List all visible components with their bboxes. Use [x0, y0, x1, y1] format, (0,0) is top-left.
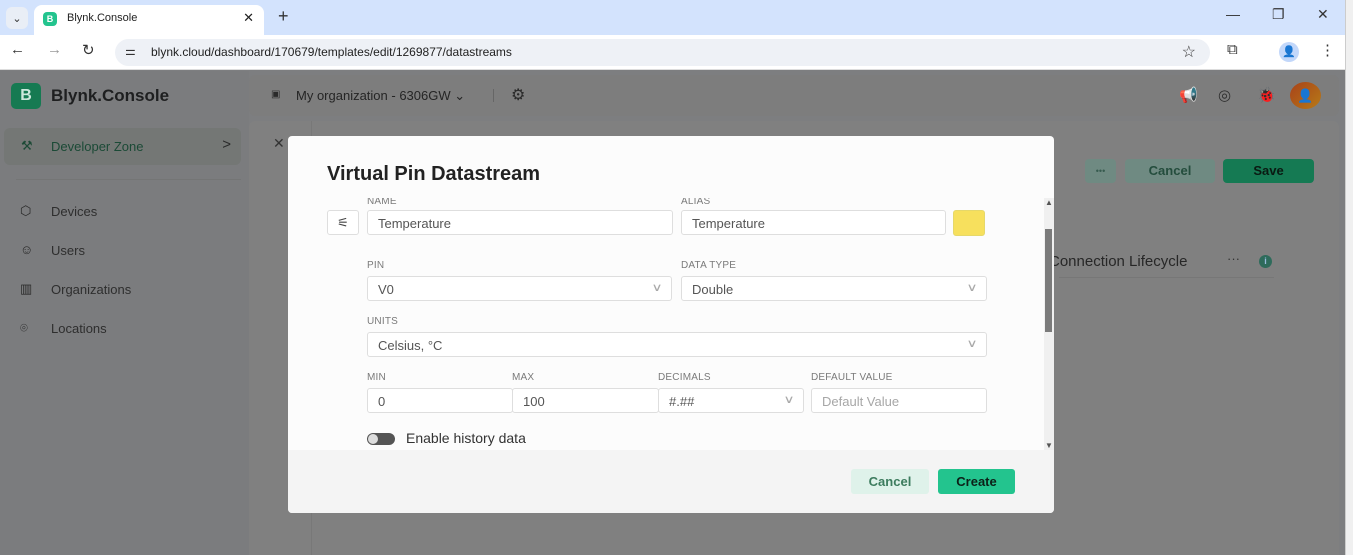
- default-value-input[interactable]: Default Value: [811, 388, 987, 413]
- building-icon: ▥: [20, 281, 33, 296]
- cancel-button[interactable]: Cancel: [851, 469, 929, 494]
- reload-icon[interactable]: ↻: [82, 41, 95, 59]
- tab-close-icon[interactable]: ✕: [243, 10, 254, 26]
- units-label: UNITS: [367, 316, 398, 327]
- row-divider: [1059, 277, 1274, 278]
- forward-icon[interactable]: →: [47, 41, 62, 58]
- address-bar[interactable]: ⚌ blynk.cloud/dashboard/170679/templates…: [115, 39, 1210, 66]
- sidebar-item-label: Locations: [51, 321, 107, 336]
- announcement-icon[interactable]: 📢: [1179, 86, 1198, 104]
- back-icon[interactable]: ←: [10, 41, 25, 58]
- info-icon[interactable]: i: [1259, 255, 1272, 268]
- data-type-select[interactable]: Double ∨: [681, 276, 987, 301]
- sidebar-divider: [16, 179, 241, 180]
- gear-icon[interactable]: ⚙: [511, 85, 525, 105]
- blynk-logo-icon: B: [11, 83, 41, 109]
- browser-toolbar: ← → ↻ ⚌ blynk.cloud/dashboard/170679/tem…: [0, 35, 1345, 70]
- users-icon: ☺: [20, 242, 34, 257]
- extensions-icon[interactable]: ⧉: [1227, 41, 1238, 58]
- window-close-icon[interactable]: ✕: [1317, 6, 1329, 23]
- sidebar-item-users[interactable]: ☺ Users: [0, 236, 249, 266]
- sidebar-item-label: Developer Zone: [51, 139, 144, 154]
- user-avatar[interactable]: 👤: [1290, 82, 1321, 109]
- pin-label: PIN: [367, 260, 385, 271]
- units-select[interactable]: Celsius, °C ∨: [367, 332, 987, 357]
- scrollbar-thumb[interactable]: [1045, 229, 1052, 332]
- sidebar-item-label: Users: [51, 243, 85, 258]
- bug-report-icon[interactable]: 🐞: [1257, 86, 1276, 104]
- datastream-row-name: Connection Lifecycle: [1049, 253, 1188, 270]
- chevron-down-icon: ∨: [966, 338, 978, 350]
- dialog-title: Virtual Pin Datastream: [327, 163, 541, 185]
- dialog-footer: Cancel Create: [288, 450, 1054, 513]
- template-cancel-button[interactable]: Cancel: [1125, 159, 1215, 183]
- profile-icon[interactable]: 👤: [1279, 42, 1299, 62]
- sliders-icon: ⚟: [337, 215, 349, 230]
- chevron-down-icon: ∨: [651, 282, 663, 294]
- scroll-down-icon[interactable]: ▼: [1045, 441, 1053, 450]
- min-input[interactable]: 0: [367, 388, 513, 413]
- alias-input[interactable]: Temperature: [681, 210, 946, 235]
- max-input[interactable]: 100: [512, 388, 659, 413]
- tools-icon: ⚒: [21, 138, 33, 153]
- header-divider: [493, 89, 494, 102]
- datastream-icon-picker[interactable]: ⚟: [327, 210, 359, 235]
- chevron-right-icon: >: [222, 136, 231, 153]
- restore-icon[interactable]: ❐: [1272, 6, 1285, 23]
- sidebar-item-organizations[interactable]: ▥ Organizations: [0, 275, 249, 305]
- decimals-label: DECIMALS: [658, 372, 711, 383]
- blynk-favicon-icon: B: [43, 12, 57, 26]
- chevron-down-icon: ∨: [966, 282, 978, 294]
- close-icon[interactable]: ✕: [273, 135, 285, 152]
- site-info-icon[interactable]: ⚌: [125, 44, 136, 58]
- location-pin-icon: ⌾: [20, 320, 28, 335]
- name-label: NAME: [367, 198, 397, 207]
- new-tab-icon[interactable]: +: [278, 6, 289, 27]
- url-text[interactable]: blynk.cloud/dashboard/170679/templates/e…: [151, 45, 512, 59]
- tab-title: Blynk.Console: [67, 12, 138, 24]
- window-edge: [1345, 0, 1353, 555]
- virtual-pin-datastream-dialog: Virtual Pin Datastream NAME ALIAS ⚟ Temp…: [288, 136, 1054, 513]
- sidebar-item-label: Devices: [51, 204, 98, 219]
- template-save-button[interactable]: Save: [1223, 159, 1314, 183]
- scroll-up-icon[interactable]: ▲: [1045, 198, 1053, 207]
- sidebar-item-locations[interactable]: ⌾ Locations: [0, 314, 249, 344]
- help-lifebuoy-icon[interactable]: ◎: [1218, 86, 1231, 104]
- data-type-label: DATA TYPE: [681, 260, 737, 271]
- tab-list-button[interactable]: ⌄: [6, 7, 28, 29]
- sidebar-item-devices[interactable]: ⬡ Devices: [0, 197, 249, 227]
- browser-tab-bar: ⌄ B Blynk.Console ✕ + — ❐ ✕: [0, 0, 1345, 35]
- sidebar-item-developer-zone[interactable]: ⚒ Developer Zone >: [4, 128, 241, 165]
- default-value-label: DEFAULT VALUE: [811, 372, 893, 383]
- browser-tab[interactable]: B Blynk.Console ✕: [34, 5, 264, 35]
- sidebar: B Blynk.Console ⚒ Developer Zone > ⬡ Dev…: [0, 71, 249, 555]
- app-title: Blynk.Console: [51, 86, 170, 105]
- alias-label: ALIAS: [681, 198, 711, 207]
- min-label: MIN: [367, 372, 386, 383]
- bookmark-star-icon[interactable]: ☆: [1182, 42, 1196, 62]
- decimals-select[interactable]: #.## ∨: [658, 388, 804, 413]
- chevron-down-icon: ⌄: [12, 12, 22, 25]
- pin-select[interactable]: V0 ∨: [367, 276, 672, 301]
- organization-icon: ▣: [271, 89, 281, 100]
- cube-icon: ⬡: [20, 203, 32, 218]
- app-header: ▣ My organization - 6306GW ⌄ ⚙ 📢 ◎ 🐞 👤: [249, 75, 1339, 116]
- create-button[interactable]: Create: [938, 469, 1015, 494]
- toggle-knob: [368, 434, 378, 444]
- browser-menu-icon[interactable]: ⋮: [1320, 41, 1335, 59]
- max-label: MAX: [512, 372, 535, 383]
- history-data-toggle[interactable]: [367, 433, 395, 445]
- color-picker[interactable]: [953, 210, 985, 236]
- organization-selector[interactable]: My organization - 6306GW ⌄: [296, 88, 465, 104]
- name-input[interactable]: Temperature: [367, 210, 673, 235]
- minimize-icon[interactable]: —: [1226, 6, 1240, 22]
- history-data-label: Enable history data: [406, 430, 526, 446]
- dialog-scrollbar[interactable]: ▲ ▼: [1044, 198, 1054, 450]
- sidebar-item-label: Organizations: [51, 282, 132, 297]
- row-more-icon[interactable]: ···: [1227, 251, 1240, 266]
- more-options-button[interactable]: •••: [1085, 159, 1116, 183]
- dialog-body: NAME ALIAS ⚟ Temperature Temperature PIN…: [288, 198, 1054, 450]
- chevron-down-icon: ∨: [783, 394, 795, 406]
